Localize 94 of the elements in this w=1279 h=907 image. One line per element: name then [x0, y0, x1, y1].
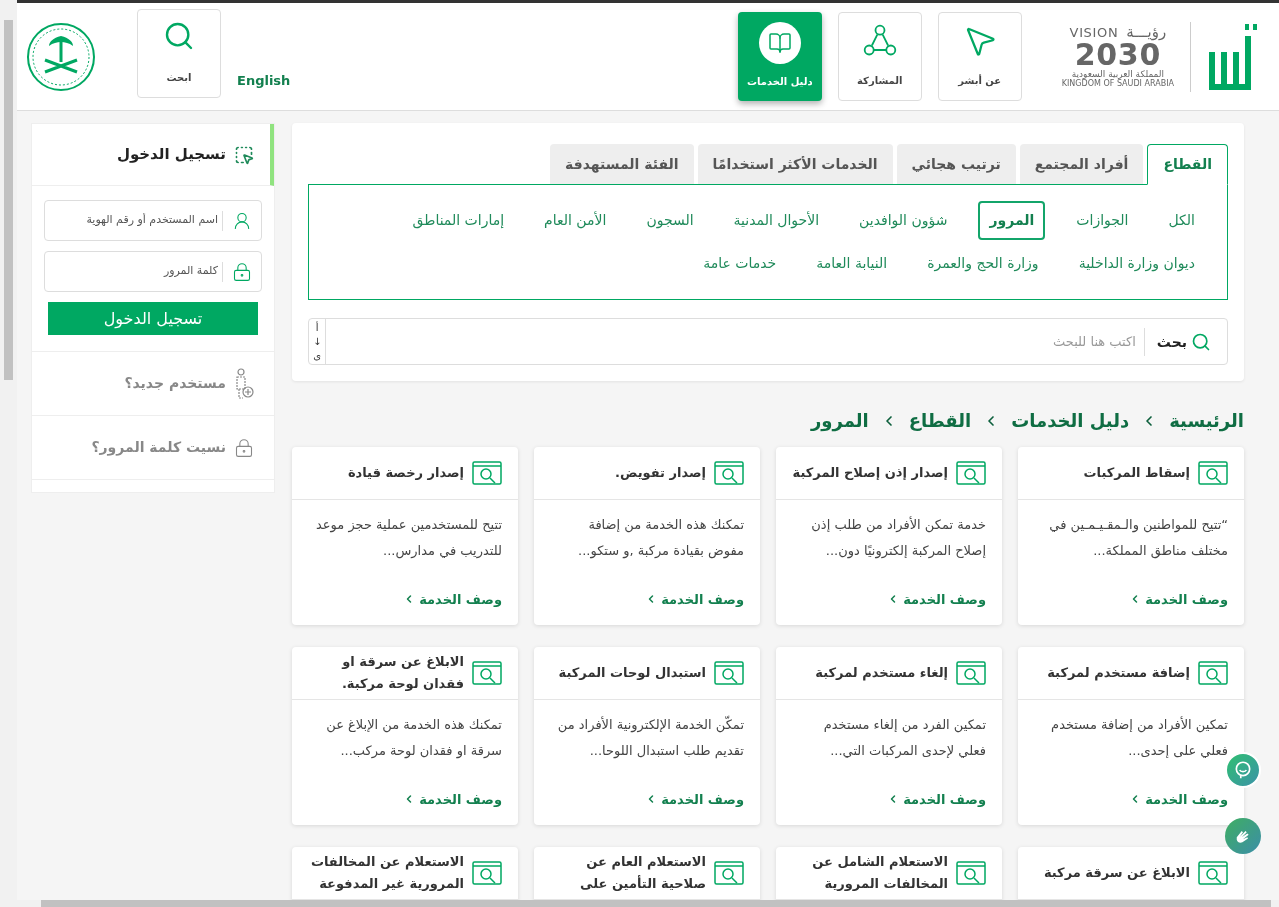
card-title[interactable]: إصدار تفويض.	[615, 462, 706, 484]
service-description-link[interactable]: وصف الخدمة	[887, 589, 986, 609]
login-cursor-icon	[234, 144, 254, 165]
card-title[interactable]: الاستعلام العام عن صلاحية التأمين على	[550, 851, 706, 895]
breadcrumb-link[interactable]: الرئيسية	[1169, 407, 1244, 434]
service-search-icon	[472, 861, 502, 885]
card-title[interactable]: إصدار إذن إصلاح المركبة	[792, 462, 948, 484]
filter-chip[interactable]: الكل	[1159, 201, 1204, 240]
card-title[interactable]: إصدار رخصة قيادة	[347, 462, 464, 484]
category-tab[interactable]: الخدمات الأكثر استخدامًا	[697, 144, 893, 184]
horizontal-scrollbar[interactable]	[0, 900, 1279, 907]
service-description-link[interactable]: وصف الخدمة	[1129, 589, 1228, 609]
card-description: خدمة تمكن الأفراد من طلب إذن إصلاح المركبة إلكترونيًا دون...	[810, 515, 986, 561]
service-description-link[interactable]: وصف الخدمة	[403, 789, 502, 809]
card-description: تتيح للمستخدمين عملية حجز موعد للتدريب في مدارس...	[315, 516, 502, 561]
card-title[interactable]: الابلاغ عن سرقة مركبة	[1043, 862, 1190, 884]
country-arabic-text: المملكة العربية السعودية	[1071, 70, 1165, 79]
card-title[interactable]: الاستعلام الشامل عن المخالفات المرورية	[792, 851, 948, 895]
login-title: تسجيل الدخول	[116, 144, 226, 166]
emblem-icon	[25, 21, 97, 92]
nav-button[interactable]: دليل الخدمات	[737, 12, 822, 101]
filter-chip[interactable]: المرور	[978, 201, 1046, 240]
service-description-link[interactable]: وصف الخدمة	[645, 589, 744, 609]
lock-icon	[234, 437, 254, 458]
headset-icon	[1233, 760, 1253, 780]
filter-chip[interactable]: ديوان وزارة الداخلية	[1069, 244, 1204, 283]
service-search-icon	[472, 461, 502, 485]
card-title[interactable]: الابلاغ عن سرقة او فقدان لوحة مركبة.	[308, 651, 464, 695]
service-search-icon	[956, 461, 986, 485]
absher-logo	[1207, 21, 1259, 92]
category-tab[interactable]: ترتيب هجائي	[896, 144, 1016, 184]
filter-chip[interactable]: الأمن العام	[535, 201, 616, 240]
card-title[interactable]: إسقاط المركبات	[1083, 462, 1190, 484]
vision-arabic-text: رؤيـــة	[1126, 25, 1167, 40]
card-description: “تتيح للمواطنين والـمقـيـمـين في مختلف مناطق المملكة...	[1048, 516, 1228, 561]
chat-button[interactable]	[1225, 752, 1261, 788]
vision-year-text: 2030	[1074, 40, 1162, 70]
breadcrumb-link[interactable]: دليل الخدمات	[1011, 407, 1130, 434]
card-title[interactable]: إضافة مستخدم لمركبة	[1047, 662, 1190, 684]
vertical-scrollbar[interactable]	[0, 0, 17, 900]
vision-latin-text: VISION	[1069, 26, 1119, 39]
service-search-icon	[714, 861, 744, 885]
service-description-link[interactable]: وصف الخدمة	[403, 589, 502, 609]
nav-button[interactable]: المشاركة	[837, 12, 922, 101]
login-button[interactable]: تسجيل الدخول	[48, 302, 258, 335]
filter-chip[interactable]: السجون	[637, 201, 703, 240]
account-link[interactable]: مستخدم جديد؟	[124, 373, 226, 394]
password-field[interactable]: كلمة المرور	[44, 251, 262, 292]
card-description: تمكين الفرد من إلغاء مستخدم فعلي لإحدى المركبات التي...	[822, 716, 986, 761]
search-input[interactable]: اكتب هنا للبحث	[326, 319, 1144, 364]
category-tab[interactable]: الفئة المستهدفة	[550, 144, 694, 184]
filter-chip[interactable]: وزارة الحج والعمرة	[918, 244, 1048, 283]
search-icon	[163, 20, 195, 52]
card-description: تمكنك هذه الخدمة من إضافة مفوض بقيادة مركبة ,و ستكو...	[577, 516, 744, 561]
card-title[interactable]: الاستعلام عن المخالفات المرورية غير المدفوعة	[308, 851, 464, 895]
card-description: تمكّن الخدمة الإلكترونية الأفراد من تقديم طلب استبدال اللوحا...	[556, 714, 744, 761]
search-label: بحث	[1143, 327, 1187, 356]
nav-button[interactable]: عن أبشر	[937, 12, 1022, 101]
password-input[interactable]: كلمة المرور	[45, 263, 222, 280]
service-search-icon	[956, 861, 986, 885]
language-link[interactable]: English	[237, 70, 291, 90]
account-link[interactable]: نسيت كلمة المرور؟	[91, 437, 226, 458]
service-search-icon	[472, 661, 502, 685]
filter-chip[interactable]: شؤون الوافدين	[850, 201, 957, 240]
service-search-icon	[1198, 461, 1228, 485]
service-search-bar[interactable]: بحث اكتب هنا للبحث أ ↓ ى	[308, 318, 1228, 365]
add-user-icon	[234, 367, 254, 400]
card-description: تمكنك هذه الخدمة من الإبلاغ عن سرقة او فقدان لوحة مركب...	[325, 716, 502, 761]
filter-chip[interactable]: إمارات المناطق	[403, 201, 514, 240]
card-description: تمكين الأفراد من إضافة مستخدم فعلي على إحدى...	[1050, 715, 1228, 760]
filter-chip[interactable]: الجوازات	[1067, 201, 1138, 240]
book-icon	[767, 31, 792, 55]
card-title[interactable]: إلغاء مستخدم لمركبة	[815, 662, 948, 684]
breadcrumb-link[interactable]: القطاع	[908, 407, 972, 434]
service-description-link[interactable]: وصف الخدمة	[645, 789, 744, 809]
sign-language-button[interactable]	[1225, 818, 1261, 854]
card-title[interactable]: استبدال لوحات المركبة	[558, 662, 706, 684]
sort-toggle[interactable]: أ ↓ ى	[309, 319, 327, 364]
filter-chip[interactable]: النيابة العامة	[807, 244, 897, 283]
service-search-icon	[714, 461, 744, 485]
category-tab[interactable]: القطاع	[1147, 144, 1228, 185]
filter-chip[interactable]: خدمات عامة	[694, 244, 786, 283]
search-button[interactable]: ابحث	[137, 9, 221, 98]
breadcrumb-link[interactable]: المرور	[811, 407, 869, 434]
country-english-text: KINGDOM OF SAUDI ARABIA	[1061, 80, 1174, 88]
filter-chip[interactable]: الأحوال المدنية	[724, 201, 829, 240]
service-description-link[interactable]: وصف الخدمة	[1129, 789, 1228, 809]
service-description-link[interactable]: وصف الخدمة	[887, 789, 986, 809]
service-search-icon	[714, 661, 744, 685]
service-search-icon	[1198, 861, 1228, 885]
search-icon	[1191, 331, 1211, 352]
service-search-icon	[956, 661, 986, 685]
service-search-icon	[1198, 661, 1228, 685]
category-tab[interactable]: أفراد المجتمع	[1019, 144, 1144, 184]
